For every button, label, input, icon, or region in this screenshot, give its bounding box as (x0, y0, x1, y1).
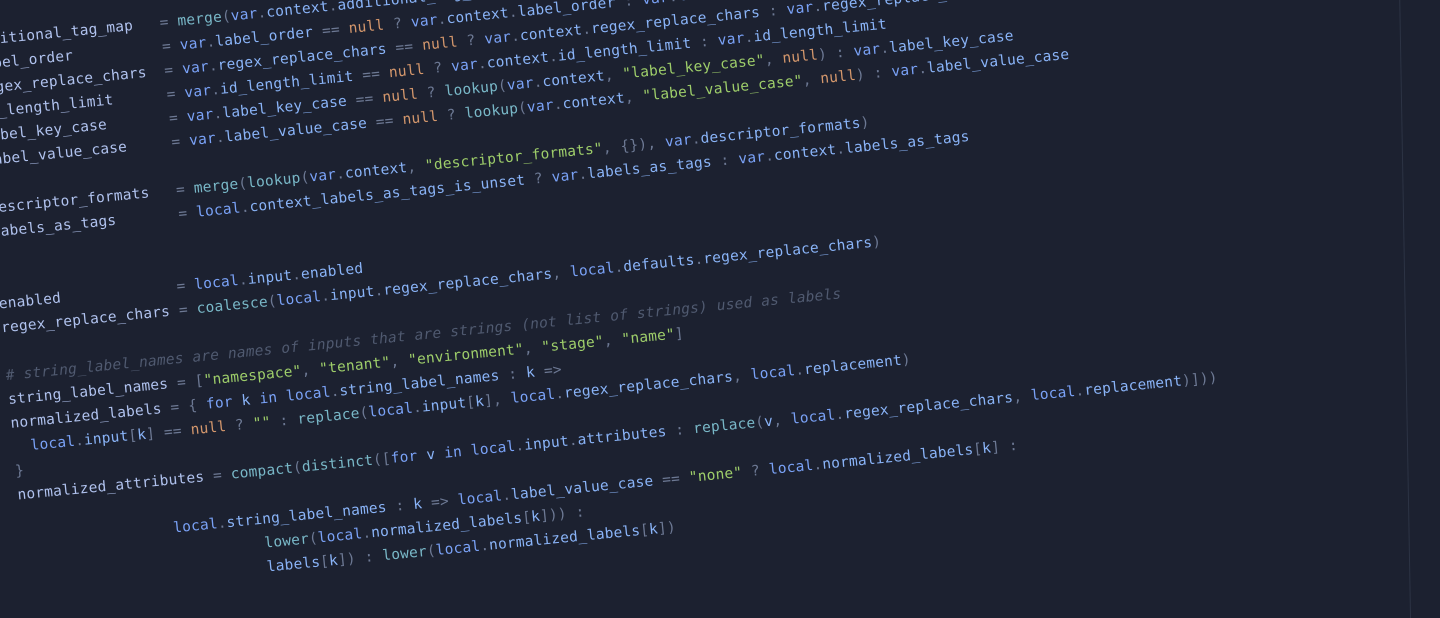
code-editor[interactable]: 55 56 57 5 6 65 66 67 68 69 70 71 72 73 … (0, 0, 1440, 610)
code-editor-viewport: 55 56 57 5 6 65 66 67 68 69 70 71 72 73 … (0, 0, 1440, 618)
code-area[interactable]: stage = var.stage == nu name = var.name … (0, 0, 1228, 605)
tilted-code-surface: 55 56 57 5 6 65 66 67 68 69 70 71 72 73 … (0, 0, 1440, 610)
